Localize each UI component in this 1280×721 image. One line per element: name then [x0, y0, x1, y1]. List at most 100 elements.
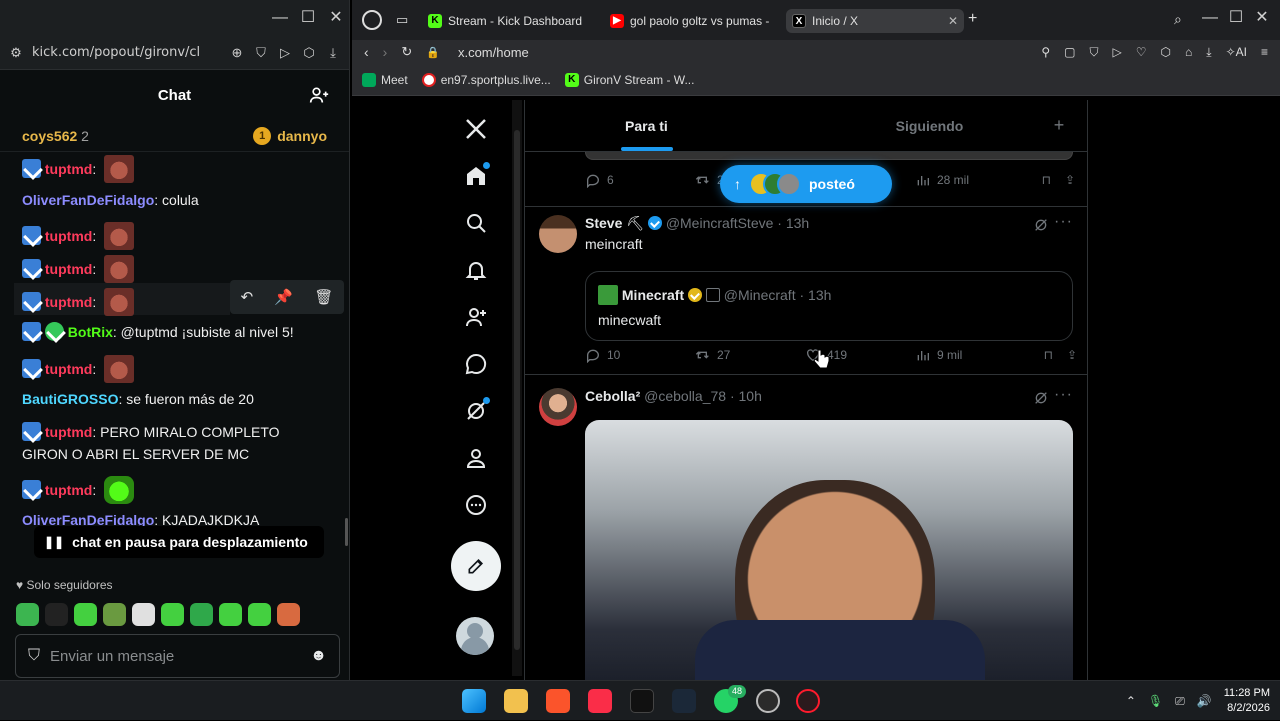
tab-for-you[interactable]: Para ti — [525, 100, 828, 151]
tweet[interactable]: Cebolla² @cebolla_78 · 10h ··· — [525, 376, 1087, 680]
emote-button[interactable] — [277, 603, 300, 626]
account-icon[interactable]: ⌂ — [1185, 45, 1192, 60]
extensions-icon[interactable]: ⬡ — [301, 45, 317, 61]
network-icon[interactable]: ⎚ — [1175, 694, 1185, 709]
brave-icon[interactable] — [546, 689, 570, 713]
heart-icon[interactable]: ♡ — [1136, 45, 1147, 60]
grok-icon[interactable] — [1033, 217, 1049, 233]
leader-right[interactable]: 1 dannyo — [253, 126, 327, 145]
share-icon[interactable]: ⇪ — [1065, 173, 1075, 187]
app-icon[interactable] — [756, 689, 780, 713]
shield-icon[interactable]: ⛉ — [253, 45, 269, 61]
clock[interactable]: 11:28 PM 8/2/2026 — [1224, 686, 1270, 716]
emote-button[interactable] — [16, 603, 39, 626]
minimize-icon[interactable]: — — [1200, 8, 1220, 28]
zoom-icon[interactable]: ⊕ — [229, 45, 245, 61]
explore-icon[interactable] — [452, 199, 500, 246]
chat-message[interactable]: BotRix: @tuptmd ¡subiste al nivel 5! — [22, 321, 331, 343]
page-scrollbar[interactable] — [512, 100, 522, 676]
new-tab-icon[interactable]: + — [968, 10, 977, 28]
chat-message[interactable]: tuptmd: PERO MIRALO COMPLETO GIRON O ABRI… — [22, 421, 331, 465]
search-icon[interactable]: ⌕ — [1174, 11, 1182, 28]
emote-button[interactable] — [74, 603, 97, 626]
tweet-media-image[interactable] — [585, 420, 1073, 680]
gamepad-icon[interactable]: ▭ — [396, 12, 408, 28]
pin-icon[interactable]: 📌 — [274, 288, 293, 306]
chat-paused-banner[interactable]: ❚❚ chat en pausa para desplazamiento — [34, 526, 324, 558]
download-icon[interactable]: ⤓ — [1206, 45, 1211, 60]
chevron-up-icon[interactable]: ⌃ — [1126, 694, 1136, 708]
volume-icon[interactable]: 🔊 — [1197, 694, 1212, 708]
ai-button[interactable]: ✧AI — [1226, 45, 1247, 60]
tab-x-home[interactable]: X Inicio / X ✕ — [786, 9, 964, 33]
emote-button[interactable] — [248, 603, 271, 626]
chat-messages[interactable]: tuptmd: OliverFanDeFidalgo: colula tuptm… — [0, 152, 345, 562]
extensions-icon[interactable]: ⬡ — [1161, 45, 1171, 60]
pin-icon[interactable]: ⚲ — [1041, 45, 1050, 60]
views-button[interactable]: 9 mil — [915, 347, 1025, 363]
tweet-avatar[interactable] — [539, 388, 577, 426]
notifications-icon[interactable] — [452, 246, 500, 293]
views-button[interactable]: 28 mil — [915, 172, 1025, 188]
microphone-icon[interactable]: 🎙 — [1148, 694, 1163, 708]
close-icon[interactable]: ✕ — [326, 8, 346, 28]
forward-icon[interactable]: › — [383, 44, 388, 60]
delete-icon[interactable]: 🗑 — [314, 288, 333, 306]
chat-message[interactable]: tuptmd: — [22, 155, 331, 183]
tweet[interactable]: Steve ⛏ @MeincraftSteve · 13h ··· meincr… — [525, 207, 1087, 375]
music-icon[interactable] — [588, 689, 612, 713]
more-options-icon[interactable]: ··· — [1054, 386, 1073, 404]
kick-url[interactable]: kick.com/popout/gironv/cl — [32, 45, 221, 60]
chat-message[interactable]: BautiGROSSO: se fueron más de 20 — [22, 388, 331, 410]
reload-icon[interactable]: ↻ — [401, 44, 412, 60]
messages-icon[interactable] — [452, 340, 500, 387]
opera-menu-icon[interactable] — [362, 10, 382, 30]
grok-icon[interactable] — [1033, 390, 1049, 406]
bookmark-icon[interactable]: ⊓ — [1042, 173, 1051, 187]
maximize-icon[interactable]: ☐ — [1226, 8, 1246, 28]
site-settings-icon[interactable]: ⚙ — [8, 45, 24, 61]
emote-button[interactable] — [132, 603, 155, 626]
bookmark-meet[interactable]: Meet — [362, 72, 408, 87]
opera-gx-icon[interactable] — [796, 689, 820, 713]
emote-button[interactable] — [190, 603, 213, 626]
back-icon[interactable]: ‹ — [364, 44, 369, 60]
chat-scrollbar[interactable] — [345, 518, 348, 546]
retweet-button[interactable]: 27 — [695, 347, 805, 363]
emote-button[interactable] — [219, 603, 242, 626]
file-explorer-icon[interactable] — [504, 689, 528, 713]
profile-icon[interactable] — [452, 434, 500, 481]
grok-icon[interactable] — [452, 387, 500, 434]
audio-app-icon[interactable] — [630, 689, 654, 713]
play-icon[interactable]: ▷ — [277, 45, 293, 61]
menu-icon[interactable]: ≡ — [1261, 45, 1268, 60]
follow-icon[interactable] — [452, 293, 500, 340]
play-icon[interactable]: ▷ — [1113, 45, 1122, 60]
close-tab-icon[interactable]: ✕ — [948, 14, 958, 28]
close-icon[interactable]: ✕ — [1252, 8, 1272, 28]
emote-button[interactable] — [45, 603, 68, 626]
steam-icon[interactable] — [672, 689, 696, 713]
chat-message[interactable]: OliverFanDeFidalgo: colula — [22, 189, 331, 211]
download-icon[interactable]: ⤓ — [325, 45, 341, 61]
compose-post-button[interactable] — [451, 541, 501, 591]
tab-kick-dashboard[interactable]: K Stream - Kick Dashboard — [422, 9, 590, 33]
chat-message-input[interactable]: ⛉ Enviar un mensaje ☻ — [15, 634, 340, 678]
leader-left[interactable]: coys562 2 — [22, 128, 89, 144]
maximize-icon[interactable]: ☐ — [298, 8, 318, 28]
windows-start-icon[interactable] — [462, 689, 486, 713]
bookmark-icon[interactable]: ⊓ — [1044, 348, 1053, 362]
bookmark-gironv[interactable]: K GironV Stream - W... — [564, 72, 694, 87]
whatsapp-icon[interactable]: 48 — [714, 685, 747, 713]
reply-icon[interactable]: ↶ — [241, 288, 254, 306]
tab-youtube[interactable]: ▶ gol paolo goltz vs pumas - — [604, 9, 776, 33]
chat-message[interactable]: tuptmd: — [22, 476, 331, 504]
tab-following[interactable]: Siguiendo — [828, 100, 1031, 151]
reply-button[interactable]: 6 — [585, 172, 695, 188]
shield-icon[interactable]: ⛉ — [1090, 45, 1099, 60]
emoji-icon[interactable]: ☻ — [310, 647, 327, 665]
more-icon[interactable] — [452, 481, 500, 528]
minimize-icon[interactable]: — — [270, 8, 290, 28]
x-logo-icon[interactable] — [452, 105, 500, 152]
emote-button[interactable] — [103, 603, 126, 626]
